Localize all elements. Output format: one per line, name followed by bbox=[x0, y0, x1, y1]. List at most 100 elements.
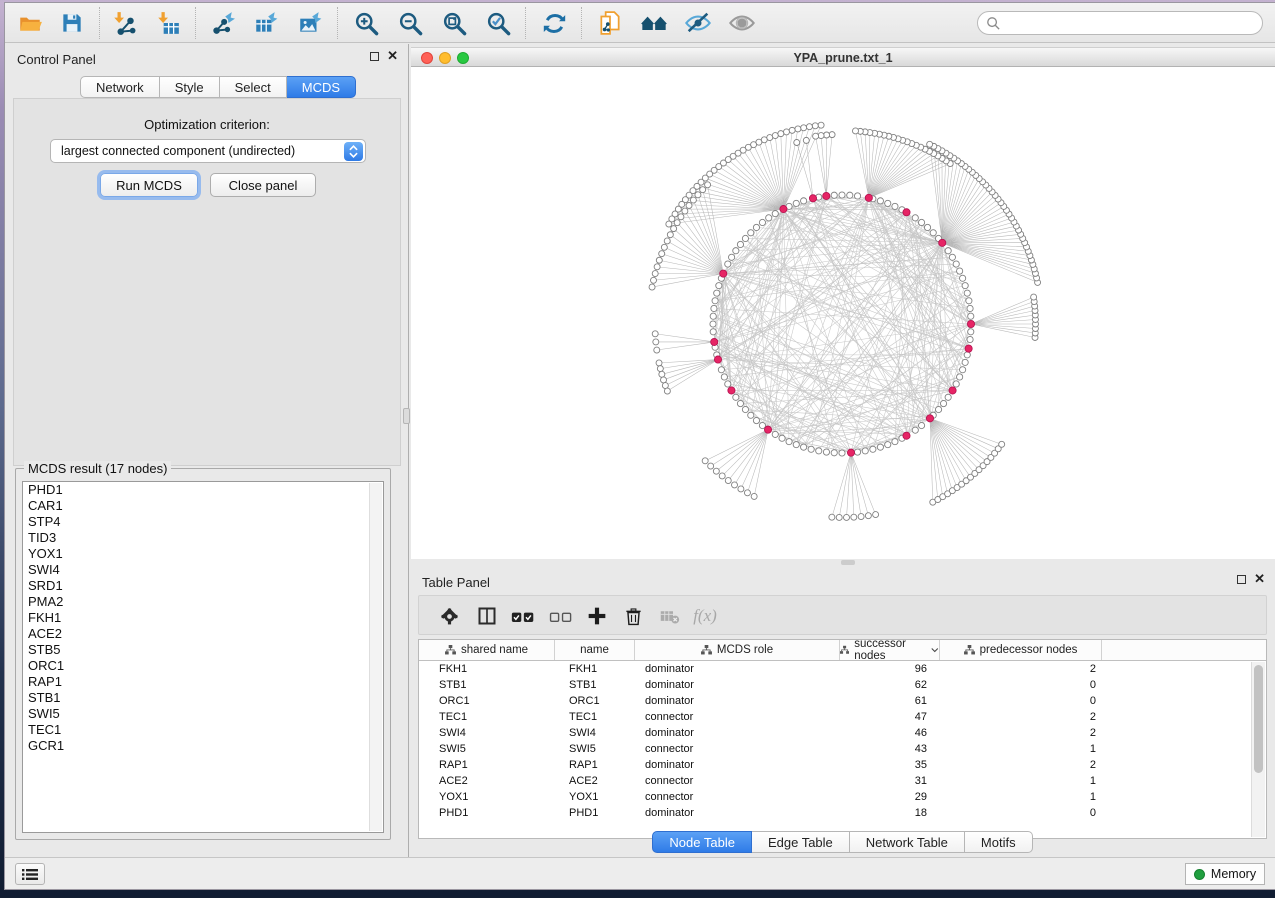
tab-edge-table[interactable]: Edge Table bbox=[752, 831, 850, 853]
tab-network-table[interactable]: Network Table bbox=[850, 831, 965, 853]
tab-motifs[interactable]: Motifs bbox=[965, 831, 1033, 853]
dropdown-stepper-icon bbox=[344, 142, 363, 161]
tree-icon bbox=[701, 645, 712, 655]
table-panel-title: Table Panel bbox=[422, 575, 490, 590]
list-icon bbox=[22, 868, 38, 881]
close-panel-icon[interactable]: ✕ bbox=[387, 51, 398, 61]
save-session-icon[interactable] bbox=[55, 6, 89, 40]
mcds-result-item[interactable]: FKH1 bbox=[23, 610, 383, 626]
table-row[interactable]: PHD1PHD1dominator180 bbox=[419, 805, 1266, 821]
table-row[interactable]: SWI5SWI5connector431 bbox=[419, 741, 1266, 757]
close-panel-button[interactable]: Close panel bbox=[210, 173, 316, 197]
table-cell: ORC1 bbox=[419, 693, 555, 709]
run-mcds-button[interactable]: Run MCDS bbox=[100, 173, 198, 197]
show-columns-icon[interactable] bbox=[471, 600, 503, 632]
unselect-all-columns-icon[interactable] bbox=[545, 600, 577, 632]
zoom-in-icon[interactable] bbox=[349, 6, 383, 40]
table-row[interactable]: STB1STB1dominator620 bbox=[419, 677, 1266, 693]
column-header-successor-nodes[interactable]: successor nodes bbox=[840, 640, 940, 660]
table-cell: 61 bbox=[840, 693, 940, 709]
hide-selected-icon[interactable] bbox=[681, 6, 715, 40]
network-canvas[interactable] bbox=[411, 67, 1275, 559]
criterion-dropdown[interactable]: largest connected component (undirected) bbox=[50, 139, 366, 163]
create-column-icon[interactable] bbox=[581, 600, 613, 632]
apply-layout-icon[interactable] bbox=[537, 6, 571, 40]
table-cell: PHD1 bbox=[555, 805, 635, 821]
search-input[interactable] bbox=[1001, 16, 1241, 30]
select-all-columns-icon[interactable] bbox=[507, 600, 539, 632]
column-header-predecessor-nodes[interactable]: predecessor nodes bbox=[940, 640, 1102, 660]
mcds-result-item[interactable]: STB5 bbox=[23, 642, 383, 658]
table-row[interactable]: FKH1FKH1dominator962 bbox=[419, 661, 1266, 677]
table-cell: 43 bbox=[840, 741, 940, 757]
table-row[interactable]: ORC1ORC1dominator610 bbox=[419, 693, 1266, 709]
tab-mcds[interactable]: MCDS bbox=[287, 76, 356, 98]
column-header-mcds-role[interactable]: MCDS role bbox=[635, 640, 840, 660]
table-cell: dominator bbox=[635, 677, 840, 693]
scrollbar-thumb[interactable] bbox=[1254, 665, 1263, 773]
table-scrollbar[interactable] bbox=[1251, 662, 1265, 837]
search-box[interactable] bbox=[977, 11, 1263, 35]
mcds-result-item[interactable]: YOX1 bbox=[23, 546, 383, 562]
close-panel-icon[interactable]: ✕ bbox=[1254, 574, 1265, 584]
column-header-shared-name[interactable]: shared name bbox=[419, 640, 555, 660]
table-cell: dominator bbox=[635, 725, 840, 741]
mcds-result-item[interactable]: SWI4 bbox=[23, 562, 383, 578]
table-row[interactable]: ACE2ACE2connector311 bbox=[419, 773, 1266, 789]
mcds-result-item[interactable]: PMA2 bbox=[23, 594, 383, 610]
column-header-name[interactable]: name bbox=[555, 640, 635, 660]
mcds-result-item[interactable]: PHD1 bbox=[23, 482, 383, 498]
first-neighbors-icon[interactable] bbox=[637, 6, 671, 40]
horizontal-splitter-handle[interactable] bbox=[841, 560, 855, 565]
sort-desc-icon bbox=[931, 647, 939, 653]
mcds-result-item[interactable]: ACE2 bbox=[23, 626, 383, 642]
table-row[interactable]: SWI4SWI4dominator462 bbox=[419, 725, 1266, 741]
network-leaf-nodes[interactable] bbox=[649, 122, 1041, 520]
clone-network-icon[interactable] bbox=[593, 6, 627, 40]
table-cell: dominator bbox=[635, 805, 840, 821]
table-cell: connector bbox=[635, 789, 840, 805]
column-label: shared name bbox=[461, 644, 528, 656]
open-file-icon[interactable] bbox=[13, 6, 47, 40]
network-title-bar[interactable]: YPA_prune.txt_1 bbox=[411, 47, 1275, 67]
mcds-result-item[interactable]: SWI5 bbox=[23, 706, 383, 722]
export-table-icon[interactable] bbox=[249, 6, 283, 40]
zoom-fit-icon[interactable] bbox=[437, 6, 471, 40]
zoom-selected-icon[interactable] bbox=[481, 6, 515, 40]
tab-node-table[interactable]: Node Table bbox=[652, 831, 752, 853]
import-table-icon[interactable] bbox=[151, 6, 185, 40]
import-network-icon[interactable] bbox=[107, 6, 141, 40]
table-cell: connector bbox=[635, 709, 840, 725]
table-cell: RAP1 bbox=[555, 757, 635, 773]
vertical-splitter-handle[interactable] bbox=[403, 408, 410, 424]
table-row[interactable]: TEC1TEC1connector472 bbox=[419, 709, 1266, 725]
table-cell: connector bbox=[635, 741, 840, 757]
tab-select[interactable]: Select bbox=[220, 76, 287, 98]
float-panel-icon[interactable] bbox=[370, 52, 379, 61]
memory-button[interactable]: Memory bbox=[1185, 863, 1265, 885]
task-history-button[interactable] bbox=[15, 863, 45, 885]
table-panel-tabs: Node Table Edge Table Network Table Moti… bbox=[410, 831, 1275, 853]
export-image-icon[interactable] bbox=[293, 6, 327, 40]
mcds-result-item[interactable]: GCR1 bbox=[23, 738, 383, 754]
table-row[interactable]: YOX1YOX1connector291 bbox=[419, 789, 1266, 805]
mcds-result-item[interactable]: RAP1 bbox=[23, 674, 383, 690]
mcds-result-item[interactable]: CAR1 bbox=[23, 498, 383, 514]
zoom-out-icon[interactable] bbox=[393, 6, 427, 40]
mcds-result-item[interactable]: ORC1 bbox=[23, 658, 383, 674]
tab-style[interactable]: Style bbox=[160, 76, 220, 98]
float-panel-icon[interactable] bbox=[1237, 575, 1246, 584]
mcds-result-item[interactable]: TID3 bbox=[23, 530, 383, 546]
mcds-result-item[interactable]: STP4 bbox=[23, 514, 383, 530]
table-row[interactable]: RAP1RAP1dominator352 bbox=[419, 757, 1266, 773]
table-mode-icon[interactable] bbox=[433, 600, 465, 632]
result-scrollbar[interactable] bbox=[369, 483, 382, 831]
mcds-result-item[interactable]: SRD1 bbox=[23, 578, 383, 594]
mcds-result-item[interactable]: STB1 bbox=[23, 690, 383, 706]
mcds-result-title: MCDS result (17 nodes) bbox=[24, 461, 171, 476]
tab-network[interactable]: Network bbox=[80, 76, 160, 98]
mcds-result-item[interactable]: TEC1 bbox=[23, 722, 383, 738]
delete-columns-icon[interactable] bbox=[617, 600, 649, 632]
export-network-icon[interactable] bbox=[205, 6, 239, 40]
show-all-icon[interactable] bbox=[725, 6, 759, 40]
